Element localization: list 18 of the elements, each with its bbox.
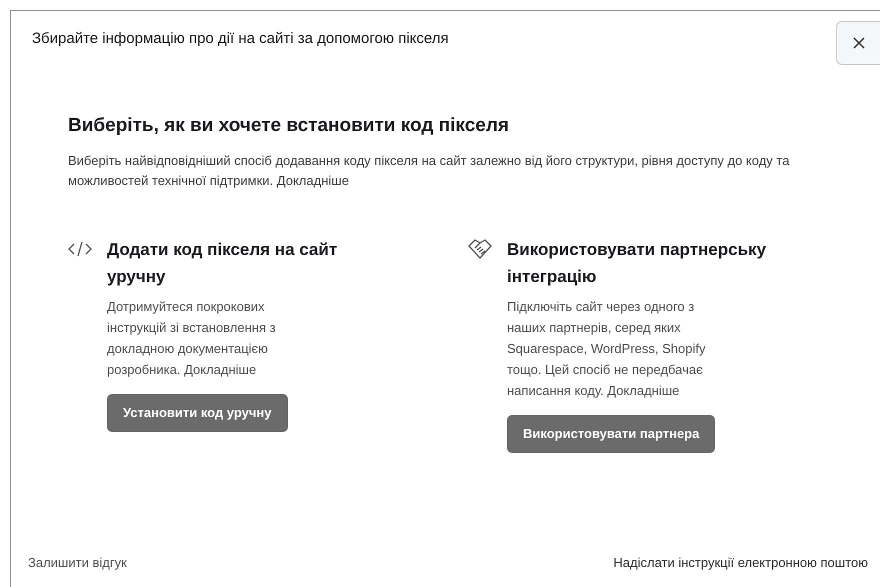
option-title: Використовувати партнерську інтеграцію <box>507 238 768 288</box>
feedback-link[interactable]: Залишити відгук <box>28 553 127 573</box>
handshake-icon <box>468 238 492 258</box>
section-description: Виберіть найвідповідніший спосіб додавання коду пікселя на сайт залежно від його структури, рівня доступу до коду та можливостей технічної підтримки. Докладніше <box>68 152 790 190</box>
close-icon <box>852 37 864 49</box>
section-heading: Виберіть, як ви хочете встановити код пікселя <box>68 114 510 138</box>
email-instructions-link[interactable]: Надіслати інструкції електронною поштою <box>613 553 868 573</box>
learn-more-link[interactable]: Докладніше <box>607 382 680 398</box>
option-description: Дотримуйтеся покрокових інструкцій зі встановлення з докладною документацією розробника. Докладніше <box>107 298 277 379</box>
option-description: Підключіть сайт через одного з наших партнерів, серед яких Squarespace, WordPress, Shopify тощо. Цей спосіб не передбачає написання коду. Докладніше <box>507 298 706 400</box>
action-button[interactable]: Установити код уручну <box>107 394 288 432</box>
learn-more-link[interactable]: Докладніше <box>184 362 256 376</box>
learn-more-link[interactable]: Докладніше <box>276 172 349 188</box>
action-button[interactable]: Використовувати партнера <box>507 414 716 452</box>
dialog-title: Збирайте інформацію про дії на сайті за допомогою пікселя <box>32 28 449 49</box>
option-title: Додати код пікселя на сайт уручну <box>107 238 338 288</box>
code-brackets-icon <box>68 240 92 256</box>
close-button[interactable] <box>836 21 880 65</box>
